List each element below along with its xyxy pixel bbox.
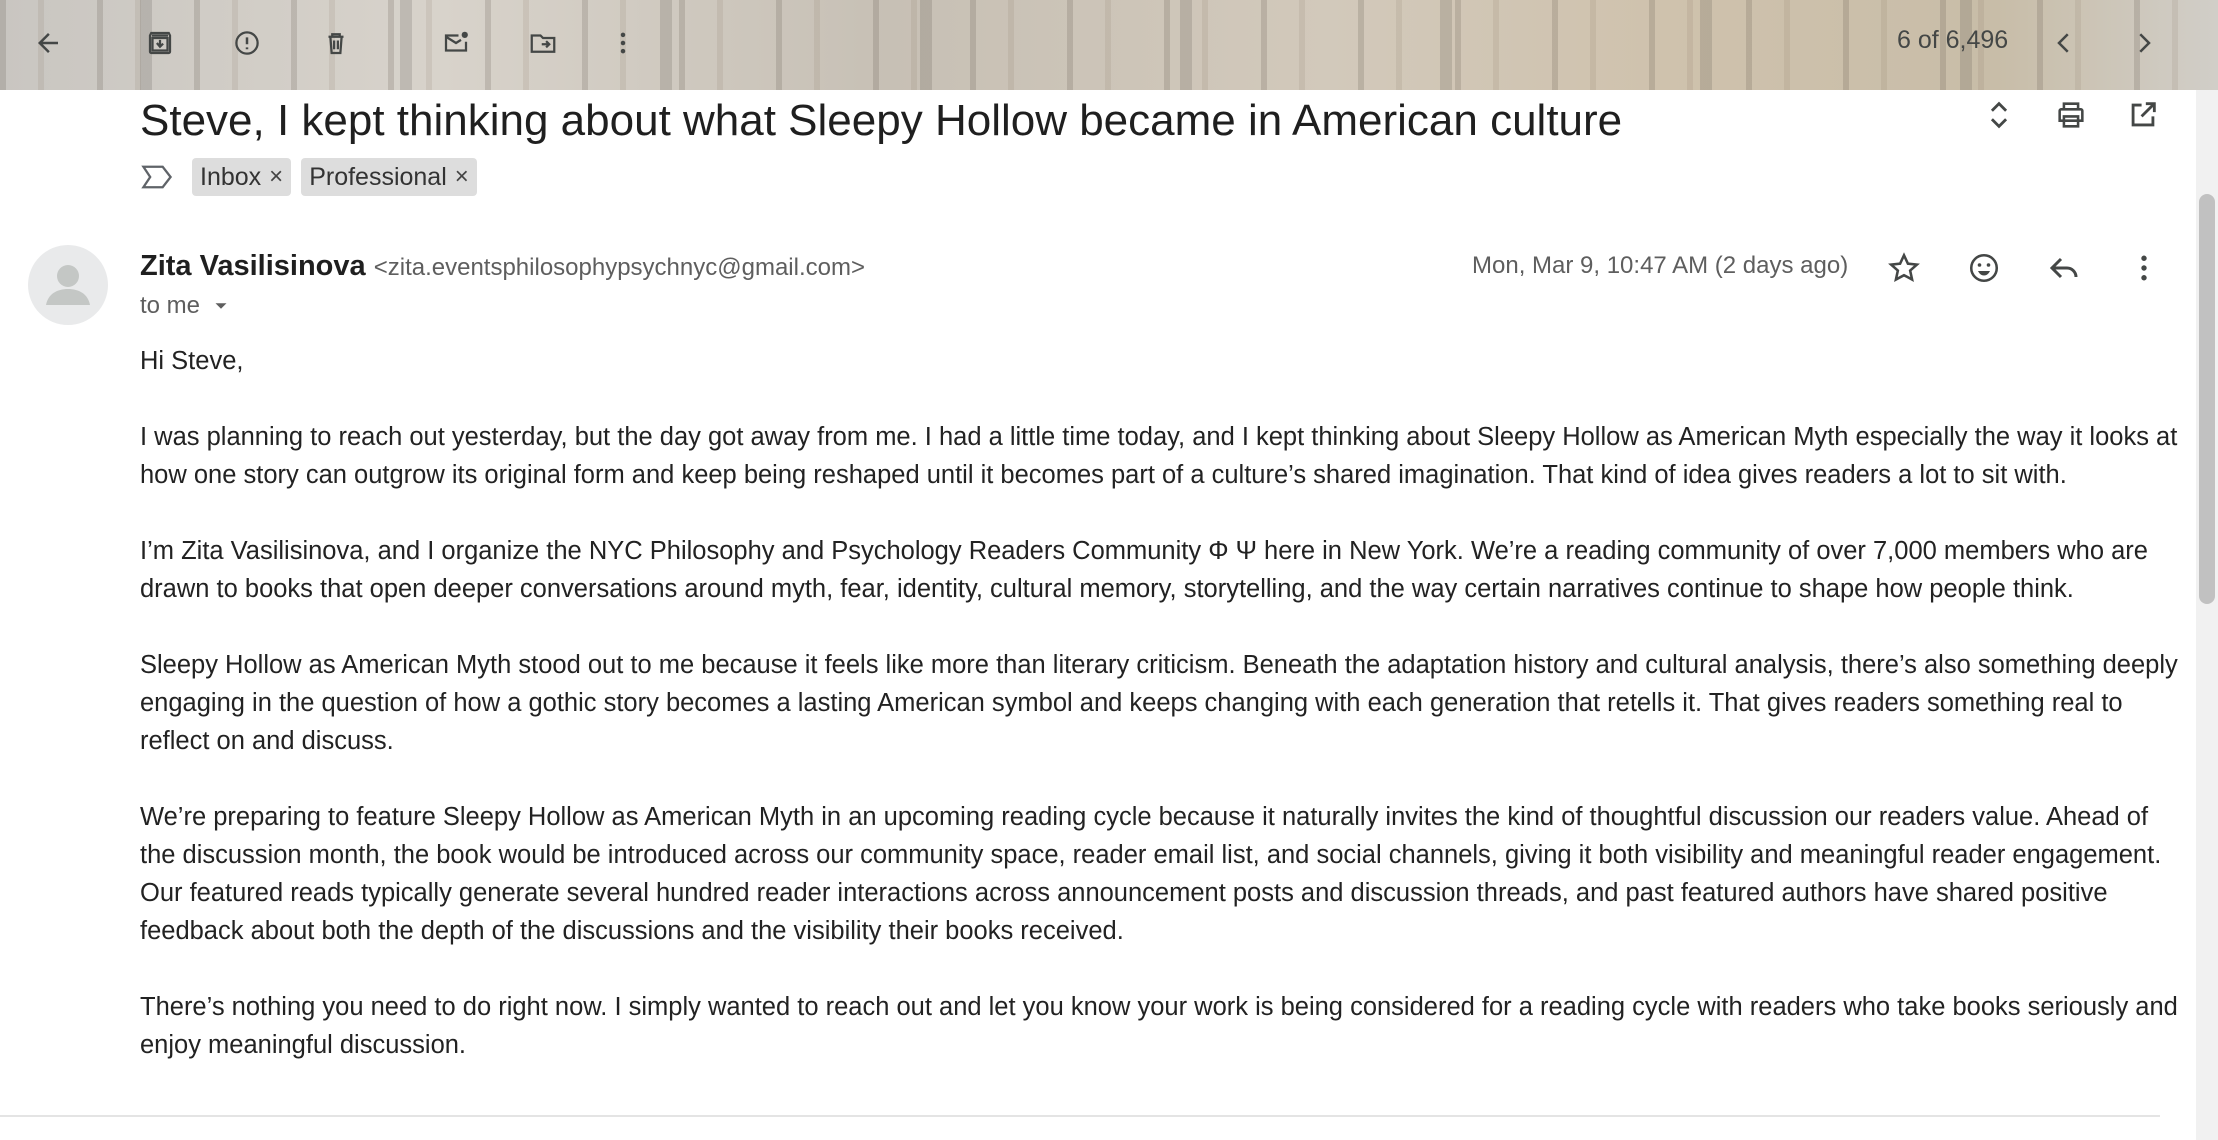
mark-unread-button[interactable] (432, 19, 480, 67)
message-counter: 6 of 6,496 (1897, 26, 2009, 54)
archive-icon (148, 31, 172, 55)
message-date: Mon, Mar 9, 10:47 AM (2 days ago) (1472, 252, 1849, 279)
delete-button[interactable] (312, 19, 360, 67)
label-chip-professional: Professional × (301, 158, 477, 196)
label-name: Inbox (200, 162, 262, 191)
chevron-left-icon (2057, 33, 2069, 53)
scrollbar-thumb[interactable] (2199, 194, 2215, 604)
archive-button[interactable] (136, 19, 184, 67)
scrollbar[interactable] (2196, 90, 2218, 1140)
arrow-back-icon (38, 33, 58, 53)
move-folder-icon (530, 34, 556, 53)
divider (0, 1115, 2160, 1117)
important-marker-icon[interactable] (140, 163, 174, 191)
recipient-details-toggle[interactable]: to me (140, 292, 232, 320)
body-paragraph: We’re preparing to feature Sleepy Hollow… (140, 803, 2162, 945)
message-body: Hi Steve, I was planning to reach out ye… (140, 342, 2180, 1102)
report-spam-button[interactable] (223, 19, 271, 67)
label-list: Inbox × Professional × (140, 158, 477, 196)
recipient-text: to me (140, 292, 201, 319)
message-more-button[interactable] (2122, 246, 2166, 290)
remove-label-button[interactable]: × (455, 163, 469, 191)
expand-all-button[interactable] (1982, 98, 2016, 137)
sender-line: Zita Vasilisinova <zita.eventsphilosophy… (140, 250, 865, 283)
print-button[interactable] (2054, 98, 2088, 137)
label-name: Professional (309, 162, 447, 191)
reply-button[interactable] (2042, 246, 2086, 290)
unfold-icon (1990, 101, 2008, 129)
body-paragraph: There’s nothing you need to do right now… (140, 993, 2178, 1059)
add-reaction-button[interactable] (1962, 246, 2006, 290)
greeting: Hi Steve, (140, 347, 244, 375)
star-button[interactable] (1882, 246, 1926, 290)
move-to-button[interactable] (519, 19, 567, 67)
remove-label-button[interactable]: × (269, 163, 283, 191)
chevron-right-icon (2139, 33, 2151, 53)
star-icon (1888, 252, 1920, 282)
trash-icon (328, 33, 344, 55)
message-toolbar: 6 of 6,496 (0, 0, 2218, 86)
person-icon (46, 265, 90, 305)
reply-icon (2049, 257, 2078, 279)
emoji-icon (1969, 253, 1999, 283)
older-message-button[interactable] (2120, 19, 2168, 67)
email-subject: Steve, I kept thinking about what Sleepy… (140, 96, 1623, 145)
body-paragraph: Sleepy Hollow as American Myth stood out… (140, 651, 2178, 755)
body-paragraph: I’m Zita Vasilisinova, and I organize th… (140, 537, 2148, 603)
print-icon (2058, 102, 2084, 128)
body-paragraph: I was planning to reach out yesterday, b… (140, 423, 2178, 489)
report-icon (235, 31, 259, 55)
mark-unread-icon (444, 31, 468, 52)
open-in-new-icon (2131, 102, 2156, 127)
sender-avatar[interactable] (28, 245, 108, 325)
more-vert-icon (620, 32, 626, 54)
caret-down-icon (215, 303, 227, 309)
label-chip-inbox: Inbox × (192, 158, 292, 196)
newer-message-button[interactable] (2040, 19, 2088, 67)
sender-name[interactable]: Zita Vasilisinova (140, 250, 366, 282)
open-new-window-button[interactable] (2126, 98, 2160, 137)
more-options-button[interactable] (599, 19, 647, 67)
more-vert-icon (2141, 255, 2147, 281)
back-button[interactable] (24, 19, 72, 67)
sender-email: <zita.eventsphilosophypsychnyc@gmail.com… (373, 254, 865, 281)
